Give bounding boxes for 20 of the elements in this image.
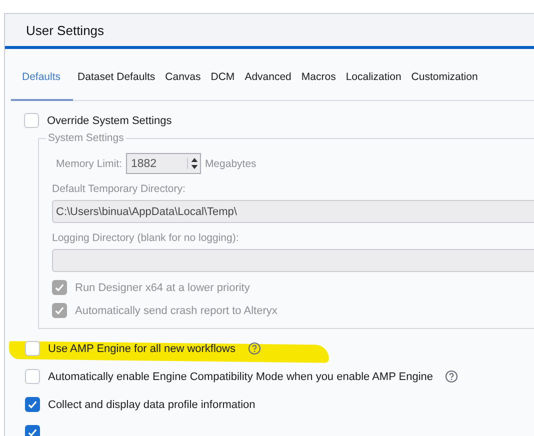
tab[interactable]: Canvas [160, 49, 206, 101]
tab[interactable]: Defaults [11, 49, 73, 101]
window-title: User Settings [26, 22, 104, 38]
tab[interactable]: Dataset Defaults [72, 49, 160, 101]
tab[interactable]: Localization [340, 49, 406, 101]
field-label: Memory Limit: [56, 158, 122, 170]
checkbox-label: Run Designer x64 at a lower priority [75, 282, 250, 294]
checkbox-label: Automatically enable Engine Compatibility Mode when you enable AMP Engine [48, 370, 434, 382]
tab[interactable]: DCM [206, 49, 240, 101]
group-title: System Settings [46, 132, 126, 145]
checkbox-label: Collect and display data profile information [48, 398, 256, 410]
field-label: Logging Directory (blank for no logging): [52, 232, 240, 244]
checkbox-label: Override System Settings [47, 114, 172, 126]
tab[interactable]: Advanced [240, 49, 296, 101]
field-label: Default Temporary Directory: [52, 183, 186, 195]
checkbox-label: Use AMP Engine for all new workflows [48, 342, 236, 354]
unit-label: Megabytes [204, 158, 256, 170]
tab[interactable]: Macros [296, 49, 341, 101]
tab[interactable]: Customization [406, 49, 483, 101]
checkbox-label: Automatically send crash report to Alteryx [75, 304, 278, 316]
